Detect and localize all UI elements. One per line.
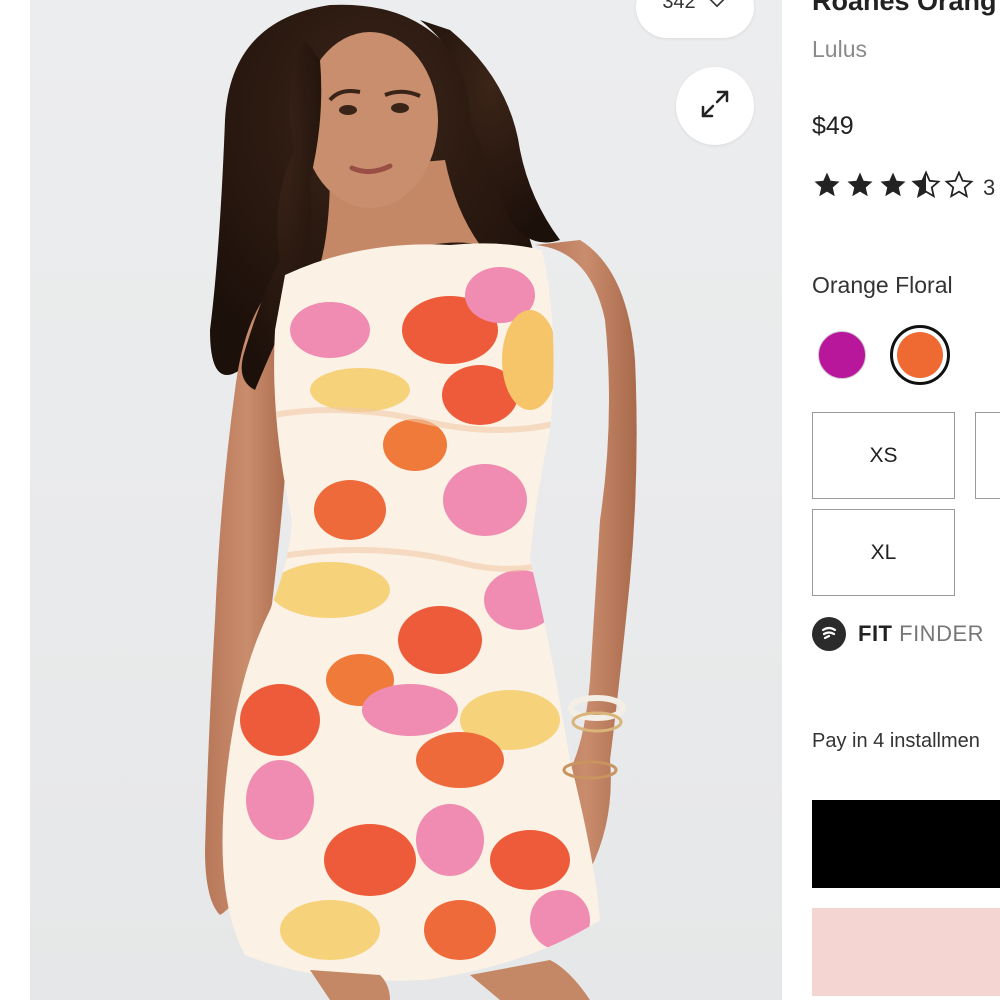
star-half-icon <box>911 170 941 205</box>
star-rating[interactable]: 3 <box>812 170 995 205</box>
secondary-action-button[interactable] <box>812 908 1000 996</box>
star-full-icon <box>812 170 842 205</box>
fit-finder-label-bold: FIT <box>858 621 893 646</box>
size-option-s[interactable] <box>975 412 1000 499</box>
fit-finder-label: FIT FINDER <box>858 621 984 647</box>
favorite-count: 342 <box>662 0 696 13</box>
brand-link[interactable]: Lulus <box>812 36 867 63</box>
heart-icon <box>706 0 728 14</box>
product-info-panel: Roanes Orang Lulus $49 3 Orange Floral X… <box>812 0 1000 1000</box>
size-label: XL <box>870 540 897 564</box>
star-full-icon <box>845 170 875 205</box>
fit-finder-link[interactable]: FIT FINDER <box>812 617 984 651</box>
page-left-margin <box>0 0 30 1000</box>
add-to-bag-button[interactable] <box>812 800 1000 888</box>
product-photo <box>205 4 637 1000</box>
star-full-icon <box>878 170 908 205</box>
color-swatch-orange-fill <box>897 332 943 378</box>
star-empty-icon <box>944 170 974 205</box>
product-title: Roanes Orang <box>812 0 997 16</box>
color-swatch-magenta[interactable] <box>818 331 866 379</box>
size-option-xl[interactable]: XL <box>812 509 955 596</box>
expand-image-button[interactable] <box>676 67 754 145</box>
selected-color-name: Orange Floral <box>812 272 953 298</box>
color-swatch-orange-selected[interactable] <box>890 325 950 385</box>
product-price: $49 <box>812 112 854 140</box>
size-option-xs[interactable]: XS <box>812 412 955 499</box>
installments-text: Pay in 4 installmen <box>812 730 980 752</box>
favorite-count-pill[interactable]: 342 <box>636 0 754 38</box>
fit-finder-logo-icon <box>812 617 846 651</box>
review-count[interactable]: 3 <box>983 175 995 201</box>
product-image-panel[interactable]: 342 <box>30 0 782 1000</box>
fit-finder-label-light: FINDER <box>899 621 985 646</box>
expand-arrows-icon <box>695 84 735 129</box>
size-label: XS <box>869 443 898 467</box>
